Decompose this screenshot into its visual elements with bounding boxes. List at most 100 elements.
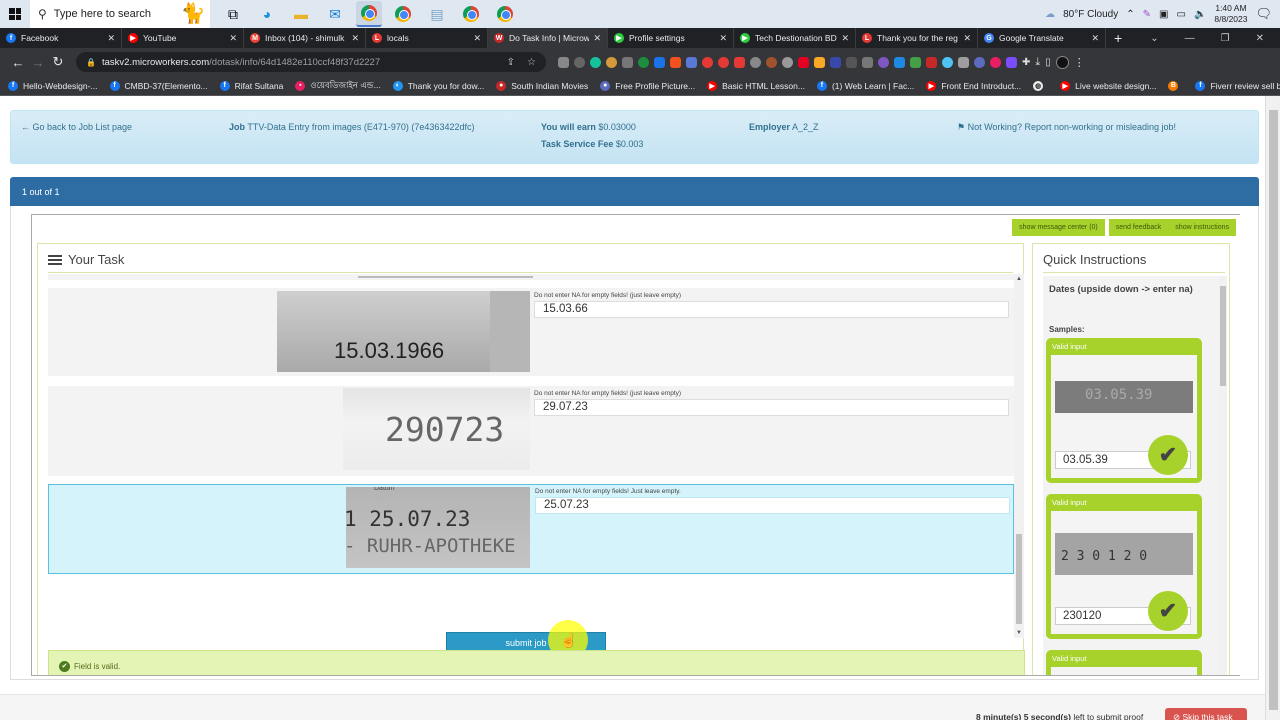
tab-close-icon[interactable]: ✕ — [229, 33, 237, 44]
quick-instructions-scrollbar[interactable] — [1219, 276, 1227, 675]
extension-icon[interactable] — [718, 56, 729, 68]
show-message-center-button[interactable]: show message center (0) — [1012, 219, 1105, 236]
extension-icon[interactable] — [782, 56, 793, 68]
bookmark-item[interactable]: ◐ Thank you for dow... — [392, 80, 484, 91]
bookmark-item[interactable]: ▶ Front End Introduct... — [926, 80, 1021, 91]
tab-close-icon[interactable]: ✕ — [593, 33, 601, 44]
bookmark-item[interactable]: f CMBD-37(Elemento... — [109, 80, 208, 91]
bookmark-item[interactable]: ● South Indian Movies — [496, 80, 588, 91]
new-tab-button[interactable]: + — [1114, 30, 1122, 46]
extension-icon[interactable] — [798, 56, 809, 68]
extension-icon[interactable] — [606, 56, 617, 68]
browser-tab[interactable]: ▶ Tech Destionation BD ✕ — [734, 28, 856, 48]
browser-tab[interactable]: M Inbox (104) - shimulk ✕ — [244, 28, 366, 48]
extension-icon[interactable] — [830, 56, 841, 68]
tab-close-icon[interactable]: ✕ — [1091, 33, 1099, 44]
tab-close-icon[interactable]: ✕ — [841, 33, 849, 44]
extension-icon[interactable] — [926, 56, 937, 68]
extension-icon[interactable] — [1006, 56, 1017, 68]
bookmark-item[interactable]: ● Free Profile Picture... — [600, 80, 695, 91]
taskbar-search[interactable]: ⚲ Type here to search 🐈 — [30, 0, 210, 28]
minimize-button[interactable]: — — [1185, 33, 1195, 44]
edge-icon[interactable]: ◕ — [254, 1, 280, 27]
bookmark-item[interactable]: ▪ ওয়েবডিজাইন এন্ড... — [295, 79, 381, 93]
extension-icon[interactable] — [894, 56, 905, 68]
scrollbar-thumb[interactable] — [1016, 534, 1022, 624]
reload-button[interactable]: ↻ — [48, 54, 68, 70]
extension-icon[interactable] — [686, 56, 697, 68]
chrome-profile-3-icon[interactable] — [458, 1, 484, 27]
date-input-field[interactable]: 25.07.23 — [535, 497, 1010, 514]
weather-text[interactable]: 80°F Cloudy — [1063, 9, 1118, 20]
pen-icon[interactable]: ✎ — [1143, 9, 1151, 20]
notification-icon[interactable]: 🗨 — [1255, 6, 1272, 22]
address-bar[interactable]: 🔒 taskv2.microworkers.com/dotask/info/64… — [76, 52, 546, 72]
browser-tab[interactable]: L Thank you for the reg ✕ — [856, 28, 978, 48]
chrome-profile-4-icon[interactable] — [492, 1, 518, 27]
mail-icon[interactable]: ✉ — [322, 1, 348, 27]
forward-button[interactable]: → — [28, 55, 48, 70]
bookmark-item[interactable]: f Hello-Webdesign-... — [8, 80, 98, 91]
tab-close-icon[interactable]: ✕ — [473, 33, 481, 44]
page-scrollbar[interactable] — [1265, 96, 1280, 720]
extension-icon[interactable] — [942, 56, 953, 68]
file-explorer-icon[interactable]: ▬ — [288, 1, 314, 27]
extension-icon[interactable] — [990, 56, 1001, 68]
extension-icon[interactable] — [958, 56, 969, 68]
extension-icon[interactable] — [814, 56, 825, 68]
scroll-up-arrow-icon[interactable]: ▲ — [1016, 276, 1022, 282]
chevron-up-icon[interactable]: ⌃ — [1126, 9, 1134, 20]
tab-close-icon[interactable]: ✕ — [351, 33, 359, 44]
bookmark-item[interactable]: ▶ Basic HTML Lesson... — [707, 80, 805, 91]
extension-icon[interactable] — [654, 56, 665, 68]
chrome-menu-icon[interactable]: ⋮ — [1074, 56, 1085, 69]
extension-icon[interactable] — [974, 56, 985, 68]
browser-tab[interactable]: f Facebook ✕ — [0, 28, 122, 48]
bookmark-item[interactable]: ◍ — [1033, 80, 1048, 91]
task-scrollbar[interactable]: ▲ ▼ — [1014, 274, 1024, 638]
bookmark-star-icon[interactable]: ☆ — [527, 57, 536, 68]
tab-search-icon[interactable]: ⌄ — [1150, 33, 1158, 44]
extension-icon[interactable] — [750, 56, 761, 68]
scroll-down-arrow-icon[interactable]: ▼ — [1016, 630, 1022, 636]
tab-close-icon[interactable]: ✕ — [719, 33, 727, 44]
clock[interactable]: 1:40 AM 8/8/2023 — [1214, 3, 1247, 25]
bookmark-item[interactable]: f Fiverr review sell bd... — [1195, 80, 1280, 91]
quick-instructions-scroll-area[interactable]: Dates (upside down -> enter na) Samples:… — [1043, 276, 1219, 675]
report-job-link[interactable]: ⚑ Not Working? Report non-working or mis… — [957, 122, 1176, 133]
extension-icon[interactable] — [670, 56, 681, 68]
date-input-field[interactable]: 29.07.23 — [534, 399, 1009, 416]
start-button[interactable] — [0, 0, 30, 28]
browser-tab[interactable]: G Google Translate ✕ — [978, 28, 1106, 48]
back-button[interactable]: ← — [8, 55, 28, 70]
extension-icon[interactable] — [574, 56, 585, 68]
skip-task-button[interactable]: ⊘ Skip this task — [1165, 708, 1247, 720]
chrome-profile-1-icon[interactable] — [356, 1, 382, 27]
download-icon[interactable]: ⤓ — [1035, 56, 1040, 69]
restore-button[interactable]: ❐ — [1221, 33, 1230, 44]
extension-icon[interactable] — [638, 56, 649, 68]
side-panel-icon[interactable]: ▯ — [1045, 57, 1051, 68]
browser-tab[interactable]: ▶ Profile settings ✕ — [608, 28, 734, 48]
extension-icon[interactable] — [846, 56, 857, 68]
task-view-icon[interactable]: ⧉ — [220, 1, 246, 27]
send-feedback-button[interactable]: send feedback — [1108, 219, 1169, 236]
extension-icon[interactable] — [734, 56, 745, 68]
extension-icon[interactable] — [878, 56, 889, 68]
tab-active[interactable]: W Do Task Info | Microw ✕ — [488, 28, 608, 48]
extension-icon[interactable] — [622, 56, 633, 68]
chrome-profile-2-icon[interactable] — [390, 1, 416, 27]
extensions-puzzle-icon[interactable]: ✚ — [1022, 57, 1030, 68]
bookmark-item[interactable]: ▶ Live website design... — [1060, 80, 1156, 91]
scrollbar-thumb[interactable] — [1269, 110, 1278, 710]
share-icon[interactable]: ⇪ — [507, 57, 515, 68]
bookmark-item[interactable]: f Rifat Sultana — [219, 80, 283, 91]
notepad-icon[interactable]: ▤ — [424, 1, 450, 27]
extension-icon[interactable] — [910, 56, 921, 68]
extension-icon[interactable] — [862, 56, 873, 68]
volume-icon[interactable]: 🔈 — [1194, 9, 1206, 20]
network-icon[interactable]: ▭ — [1176, 9, 1185, 20]
profile-avatar[interactable] — [1055, 55, 1069, 69]
extension-icon[interactable] — [766, 56, 777, 68]
task-rows-scroll-area[interactable]: 15.03.1966 Do not enter NA for empty fie… — [48, 274, 1024, 638]
